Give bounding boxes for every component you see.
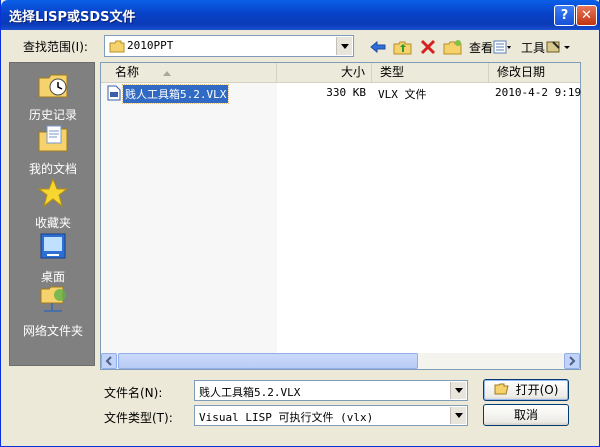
column-modified-label: 修改日期: [497, 65, 546, 79]
favorites-icon: [37, 177, 69, 208]
place-label: 收藏夹: [34, 216, 71, 230]
file-size: 330 KB: [326, 86, 366, 99]
tools-menu-button[interactable]: 工具: [519, 37, 573, 57]
column-header-modified[interactable]: 修改日期: [489, 63, 580, 82]
sorted-column-shading: [101, 83, 277, 355]
open-file-dialog: 选择LISP或SDS文件 ? ✕ 查找范围(I): 2010PPT 查看 工具: [0, 0, 600, 447]
file-type-label: 文件类型(T):: [104, 411, 173, 425]
cancel-button-label: 取消: [513, 408, 538, 422]
place-network-folder[interactable]: 网络文件夹: [10, 285, 96, 339]
new-folder-icon: [443, 40, 462, 55]
place-label: 我的文档: [28, 162, 77, 176]
tools-icon: [546, 41, 571, 53]
up-folder-button[interactable]: [391, 37, 415, 57]
open-button-label: 打开(O): [515, 383, 559, 397]
places-bar: 历史记录 我的文档 收藏夹 桌面 网络文件夹: [9, 62, 95, 366]
delete-icon: [420, 39, 436, 55]
tools-label: 工具: [521, 40, 546, 55]
list-header: 名称 大小 类型 修改日期: [101, 63, 580, 83]
view-menu-button[interactable]: 查看: [467, 37, 513, 57]
file-row[interactable]: 贱人工具箱5.2.VLX 330 KB VLX 文件 2010-4-2 9:19: [101, 84, 582, 104]
place-desktop[interactable]: 桌面: [10, 231, 96, 285]
view-label: 查看: [469, 40, 494, 55]
history-icon: [38, 74, 68, 98]
back-arrow-icon: [370, 40, 386, 54]
up-folder-icon: [393, 41, 412, 55]
horizontal-scrollbar[interactable]: [101, 353, 580, 369]
place-label: 桌面: [40, 270, 65, 284]
network-folder-icon: [40, 286, 66, 312]
chevron-right-icon: [569, 356, 576, 366]
file-type: VLX 文件: [378, 88, 427, 101]
file-list[interactable]: 名称 大小 类型 修改日期 贱人工具箱5.2.VLX 330 KB VLX 文件…: [100, 62, 581, 370]
scroll-left-button[interactable]: [101, 353, 117, 369]
look-in-combo[interactable]: 2010PPT: [104, 35, 354, 57]
folder-icon: [109, 40, 125, 53]
look-in-label: 查找范围(I):: [23, 40, 88, 54]
toolbar: 查看 工具: [367, 36, 573, 58]
scroll-right-button[interactable]: [564, 353, 580, 369]
place-label: 网络文件夹: [22, 324, 83, 338]
place-label: 历史记录: [28, 108, 77, 122]
open-button[interactable]: 打开(O): [483, 379, 569, 401]
file-name: 贱人工具箱5.2.VLX: [121, 84, 230, 104]
sort-ascending-icon: [162, 71, 171, 76]
file-name-combo[interactable]: 贱人工具箱5.2.VLX: [194, 380, 468, 401]
back-button[interactable]: [367, 37, 389, 57]
chevron-left-icon: [105, 356, 112, 366]
place-history[interactable]: 历史记录: [10, 69, 96, 123]
file-name-dropdown-arrow[interactable]: [450, 382, 466, 399]
scroll-thumb[interactable]: [118, 353, 418, 369]
cancel-button[interactable]: 取消: [483, 404, 569, 426]
file-type-value: Visual LISP 可执行文件 (vlx): [199, 411, 374, 424]
column-size-label: 大小: [340, 65, 365, 79]
file-name-label: 文件名(N):: [104, 386, 163, 400]
file-name-value: 贱人工具箱5.2.VLX: [199, 386, 301, 399]
vlx-file-icon: [107, 85, 121, 101]
help-button[interactable]: ?: [554, 5, 575, 26]
place-my-documents[interactable]: 我的文档: [10, 123, 96, 177]
file-type-dropdown-arrow[interactable]: [450, 407, 466, 424]
column-header-name[interactable]: 名称: [101, 63, 277, 82]
file-modified: 2010-4-2 9:19: [495, 86, 582, 99]
title-bar[interactable]: 选择LISP或SDS文件 ? ✕: [1, 0, 600, 30]
window-title: 选择LISP或SDS文件: [9, 10, 136, 25]
column-header-size[interactable]: 大小: [277, 63, 372, 82]
open-folder-icon: [494, 383, 509, 395]
look-in-dropdown-arrow[interactable]: [336, 37, 352, 55]
look-in-value: 2010PPT: [127, 39, 174, 52]
file-type-combo[interactable]: Visual LISP 可执行文件 (vlx): [194, 405, 468, 426]
delete-button[interactable]: [417, 37, 439, 57]
close-button[interactable]: ✕: [576, 5, 597, 26]
new-folder-button[interactable]: [441, 37, 465, 57]
view-list-icon: [493, 40, 512, 54]
column-type-label: 类型: [380, 65, 405, 79]
my-documents-icon: [38, 125, 68, 152]
place-favorites[interactable]: 收藏夹: [10, 177, 96, 231]
column-name-label: 名称: [115, 65, 140, 79]
desktop-icon: [40, 233, 66, 259]
column-header-type[interactable]: 类型: [372, 63, 489, 82]
